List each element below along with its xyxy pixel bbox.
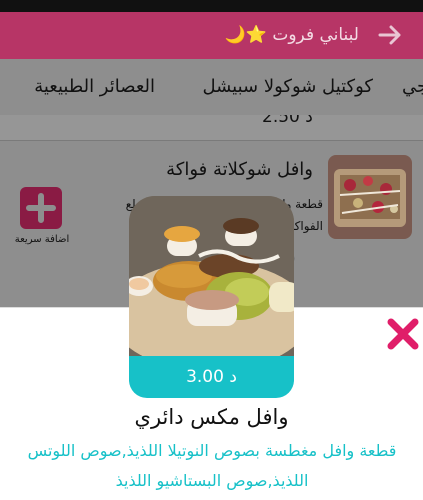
waffle-fruit-image [328,155,412,239]
tab-natural-juices[interactable]: العصائر الطبيعية [34,76,155,98]
close-icon [387,318,419,350]
quick-add-label: اضافة سريعة [14,234,70,245]
product-description: قطعة وافل مغطسة بصوص النوتيلا اللذيذ,صوص… [27,441,397,490]
product-title: وافل مكس دائري [134,405,289,429]
page-title: لبناني فروت ⭐🌙 [224,25,359,45]
previous-item-price: 2.50 د [262,115,313,127]
app-header: لبناني فروت ⭐🌙 [0,12,423,59]
category-tabs: كوكتيل شوكولا سبيشل العصائر الطبيعية جي [0,59,423,115]
list-item[interactable]: 2.50 د [0,115,423,141]
plus-icon [26,193,56,223]
card-title: وافل شوكلاتة فواكة [166,159,313,180]
product-image [129,196,294,356]
tab-chocolate-cocktail[interactable]: كوكتيل شوكولا سبيشل [202,76,373,98]
quick-add-button[interactable] [20,187,62,229]
price-badge: 3.00 د [129,356,294,398]
close-button[interactable] [386,317,420,351]
tab-partial[interactable]: جي [402,76,423,98]
arrow-right-icon[interactable] [377,22,403,48]
status-bar [0,0,423,12]
